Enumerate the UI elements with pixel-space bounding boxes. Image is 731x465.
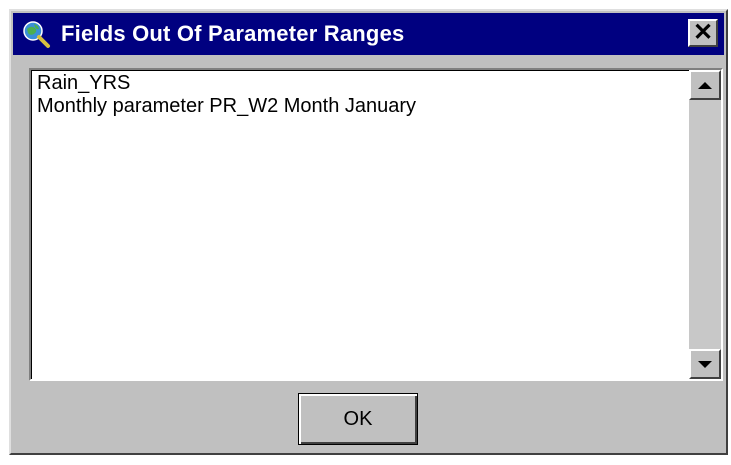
fields-list[interactable]: Rain_YRS Monthly parameter PR_W2 Month J… <box>29 68 723 381</box>
ok-button[interactable]: OK <box>298 393 418 445</box>
dialog-window: Fields Out Of Parameter Ranges ✕ Rain_YR… <box>9 9 728 455</box>
scroll-up-button[interactable] <box>689 70 721 100</box>
close-button[interactable]: ✕ <box>688 19 718 47</box>
arrow-up-icon <box>698 81 712 89</box>
scroll-down-button[interactable] <box>689 349 721 379</box>
close-icon: ✕ <box>692 19 714 46</box>
list-content: Rain_YRS Monthly parameter PR_W2 Month J… <box>37 72 681 118</box>
magnifier-globe-icon <box>23 21 50 48</box>
list-item[interactable]: Rain_YRS <box>37 72 681 95</box>
window-title: Fields Out Of Parameter Ranges <box>61 21 405 46</box>
scroll-track[interactable] <box>689 100 721 349</box>
arrow-down-icon <box>698 360 712 368</box>
vertical-scrollbar[interactable] <box>689 70 721 379</box>
title-bar[interactable]: Fields Out Of Parameter Ranges ✕ <box>13 13 724 55</box>
list-item[interactable]: Monthly parameter PR_W2 Month January <box>37 95 681 118</box>
